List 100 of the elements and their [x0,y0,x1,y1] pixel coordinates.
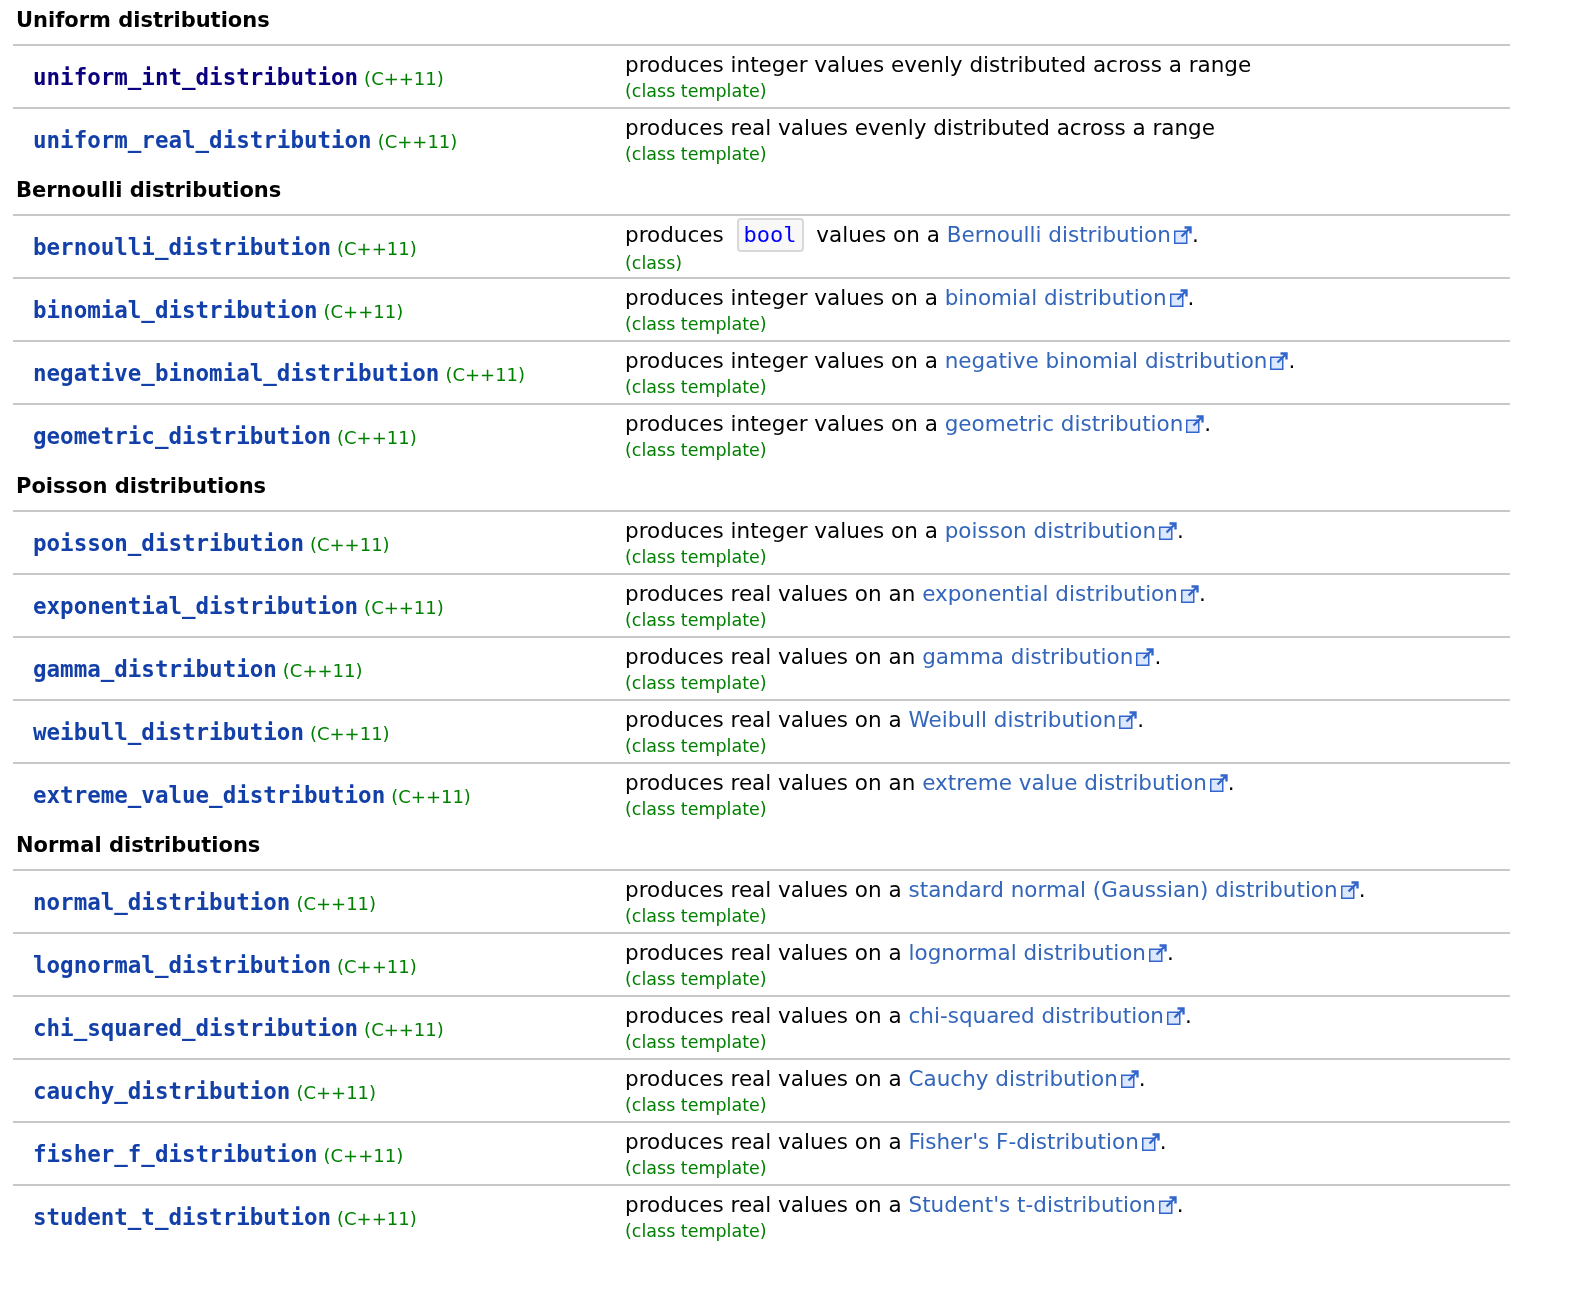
class-link[interactable]: fisher_f_distribution [33,1140,318,1167]
class-link[interactable]: binomial_distribution [33,296,318,323]
section-heading: Bernoulli distributions [15,177,283,204]
version-tag: (C++11) [364,596,444,618]
description-text: produces real values on a [625,706,903,734]
link[interactable]: lognormal distribution [908,938,1146,968]
version-tag: (C++11) [337,426,417,448]
description-text: produces integer values on a [625,284,939,312]
version-tag: (C++11) [282,659,363,681]
description-text: produces integer values on a [625,410,939,438]
class-link[interactable]: weibull_distribution [33,718,304,745]
link[interactable]: Weibull distribution [908,705,1117,735]
class-link[interactable]: exponential_distribution [33,592,359,619]
class-link[interactable]: cauchy_distribution [33,1077,291,1104]
description-text: produces real values on a [625,1128,903,1156]
description-text: produces integer values on a [625,347,939,375]
version-tag: (C++11) [337,1207,417,1229]
description-text: . [1166,939,1174,967]
description-text: . [1137,706,1145,734]
description-text: produces real values on a [625,1065,903,1093]
link[interactable]: Student's t-distribution [908,1190,1156,1220]
entity-kind: (class template) [625,313,767,335]
external-link-icon [1180,585,1199,603]
description-text: produces real values on an [625,769,917,797]
class-link[interactable]: extreme_value_distribution [33,781,386,808]
entity-kind: (class template) [625,376,767,398]
description-text: . [1227,769,1235,797]
version-tag: (C++11) [296,892,377,914]
description-text: produces real values on an [625,643,917,671]
external-link-icon [1119,711,1138,729]
entity-kind: (class template) [625,1094,767,1116]
description-text: . [1358,876,1366,904]
description-text: . [1288,347,1296,375]
version-tag: (C++11) [364,1018,444,1040]
class-link[interactable]: uniform_real_distribution [33,126,372,153]
link[interactable]: Bernoulli distribution [946,220,1171,250]
version-tag: (C++11) [323,300,404,322]
entity-kind: (class template) [625,1031,767,1053]
class-link[interactable]: uniform_int_distribution [33,63,359,90]
class-link[interactable]: geometric_distribution [33,422,331,449]
class-link[interactable]: student_t_distribution [33,1203,331,1230]
link[interactable]: extreme value distribution [922,768,1207,798]
description: produces integer values evenly distributed across a range [625,51,1253,79]
version-tag: (C++11) [296,1081,377,1103]
link[interactable]: chi-squared distribution [908,1001,1164,1031]
section-heading: Uniform distributions [15,7,271,34]
description-text: . [1198,580,1206,608]
entity-kind: (class template) [625,798,767,820]
entity-kind: (class template) [625,1157,767,1179]
external-link-icon [1136,648,1155,666]
description-text: . [1177,517,1184,545]
class-link[interactable]: normal_distribution [33,888,291,915]
link[interactable]: poisson distribution [944,516,1157,546]
description-text: . [1176,1191,1184,1219]
description-text: produces real values on a [625,1002,903,1030]
description-text: . [1204,410,1212,438]
section-heading: Normal distributions [15,832,262,859]
code-literal: bool [736,218,804,252]
description-text: values on a [815,221,941,249]
description-text: produces integer values on a [625,517,939,545]
description-text: . [1138,1065,1146,1093]
description-text: . [1154,643,1162,671]
class-link[interactable]: chi_squared_distribution [33,1014,359,1041]
link[interactable]: standard normal (Gaussian) distribution [908,875,1338,905]
entity-kind: (class template) [625,735,767,757]
entity-kind: (class template) [625,546,767,568]
version-tag: (C++11) [309,722,390,744]
class-link[interactable]: lognormal_distribution [33,951,331,978]
link[interactable]: Fisher's F-distribution [908,1127,1139,1157]
entity-kind: (class template) [625,143,767,165]
version-tag: (C++11) [337,237,417,259]
version-tag: (C++11) [445,363,526,385]
link[interactable]: geometric distribution [944,409,1184,439]
external-link-icon [1148,944,1167,962]
entity-kind: (class template) [625,80,767,102]
version-tag: (C++11) [309,533,390,555]
entity-kind: (class template) [625,672,767,694]
external-link-icon [1209,774,1228,792]
link[interactable]: negative binomial distribution [944,346,1268,376]
entity-kind: (class template) [625,1220,767,1242]
external-link-icon [1340,881,1359,899]
description-text: produces real values on a [625,1191,903,1219]
link[interactable]: Cauchy distribution [908,1064,1118,1094]
external-link-icon [1270,352,1289,370]
entity-kind: (class template) [625,968,767,990]
external-link-icon [1166,1007,1185,1025]
class-link[interactable]: gamma_distribution [33,655,277,682]
class-link[interactable]: bernoulli_distribution [33,233,331,260]
class-link[interactable]: negative_binomial_distribution [33,359,440,386]
entity-kind: (class template) [625,609,767,631]
link[interactable]: binomial distribution [944,283,1167,313]
description-text: . [1184,1002,1192,1030]
link[interactable]: exponential distribution [922,579,1178,609]
version-tag: (C++11) [337,955,417,977]
entity-kind: (class template) [625,439,767,461]
external-link-icon [1158,1196,1177,1214]
link[interactable]: gamma distribution [922,642,1134,672]
external-link-icon [1141,1133,1160,1151]
class-link[interactable]: poisson_distribution [33,529,304,556]
description-text: produces real values on a [625,939,903,967]
